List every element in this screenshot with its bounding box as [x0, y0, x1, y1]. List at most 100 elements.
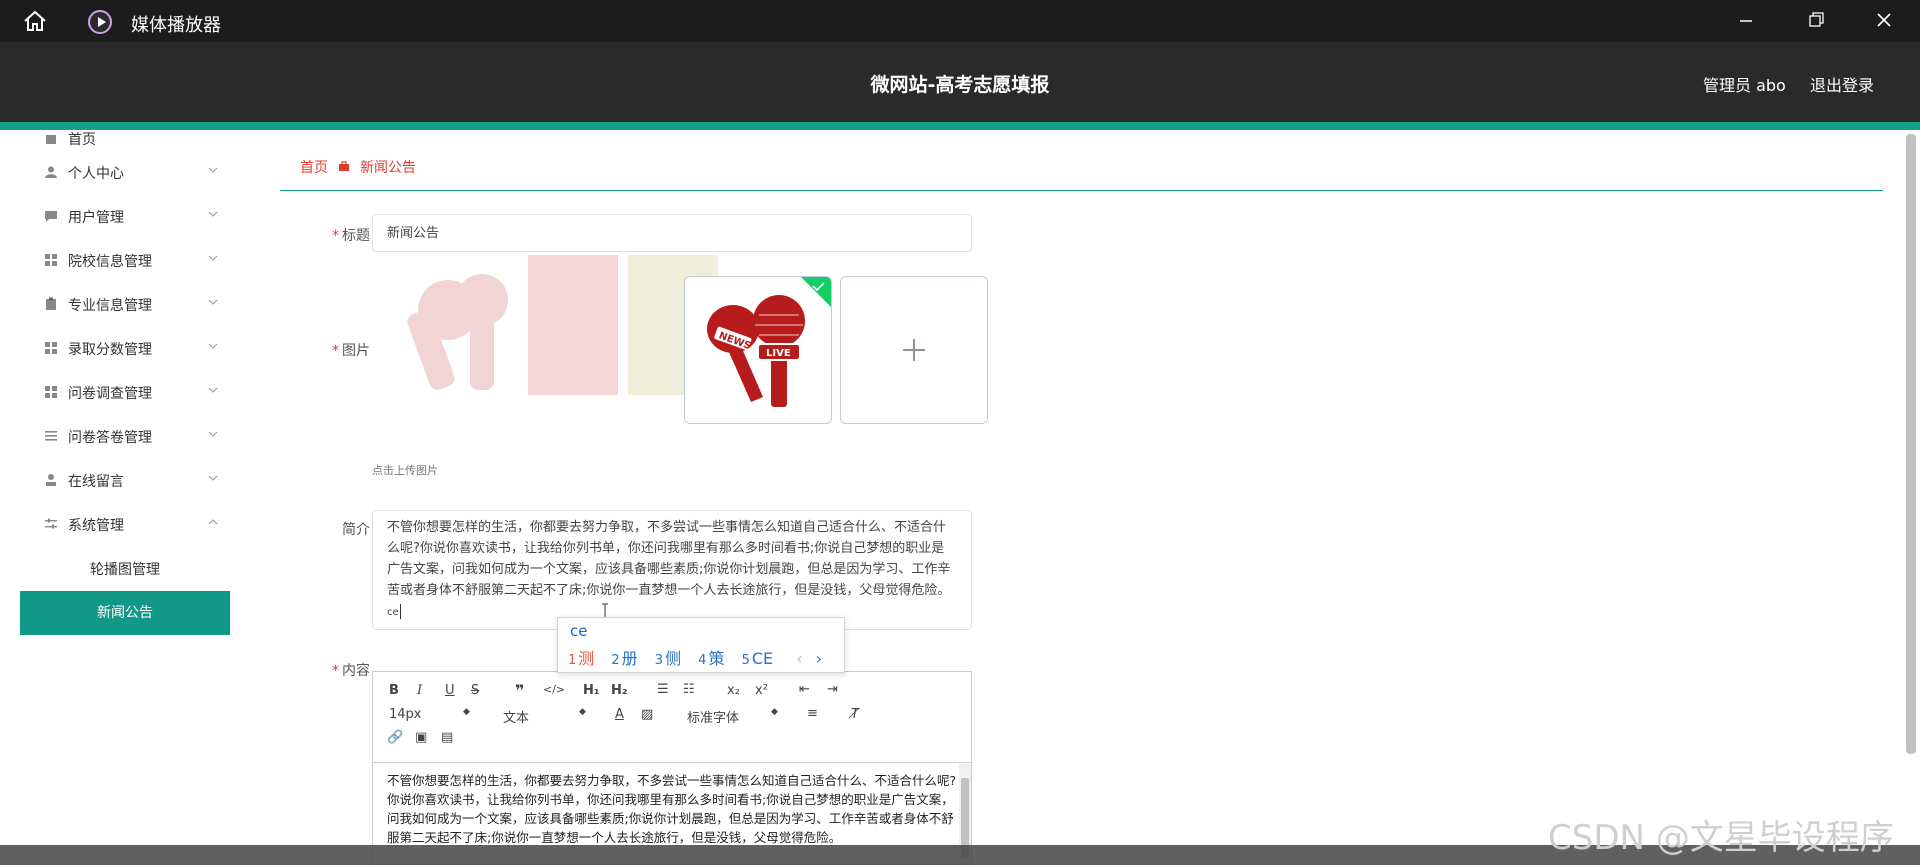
ime-candidate-list: 1测 2册 3侧 4策 5 CE ‹ › [568, 645, 822, 669]
sidebar-item-admission-score[interactable]: 录取分数管理 [0, 328, 260, 368]
sidebar-item-system-management[interactable]: 系统管理 [0, 504, 260, 544]
font-size-select[interactable]: 14px [389, 707, 422, 722]
sidebar-subitem-news[interactable]: 新闻公告 [20, 591, 230, 635]
background-color-icon[interactable]: ▨ [641, 707, 653, 722]
ordered-list-icon[interactable]: ☰ [657, 682, 669, 697]
subscript-icon[interactable]: x₂ [727, 683, 740, 698]
grid-icon [45, 342, 57, 354]
sidebar-item-label: 个人中心 [68, 166, 124, 182]
home-small-icon [46, 135, 56, 144]
chat-icon [45, 211, 57, 222]
title-input[interactable]: 新闻公告 [372, 214, 972, 252]
link-icon[interactable]: 🔗 [387, 730, 403, 745]
close-button[interactable] [1856, 6, 1912, 36]
quote-icon[interactable]: ❞ [515, 681, 524, 700]
bag-icon [339, 161, 349, 171]
sliders-icon [45, 518, 57, 529]
window-title-bar: 媒体播放器 [0, 0, 1920, 42]
block-format-select[interactable]: 文本 [503, 707, 529, 726]
heading1-icon[interactable]: H₁ [583, 683, 600, 698]
ime-candidate-1[interactable]: 1测 [568, 649, 594, 668]
breadcrumb-home[interactable]: 首页 [300, 157, 328, 177]
editor-paragraph: 不管你想要怎样的生活，你都要去努力争取，不多尝试一些事情怎么知道自己适合什么、不… [387, 773, 957, 788]
chevron-updown-icon: ◆ [463, 707, 470, 717]
grid-icon [45, 386, 57, 398]
ime-prev-page[interactable]: ‹ [796, 649, 802, 668]
sidebar: 首页 个人中心 用户管理 院校信息管理 专业信息管理 录取分数管理 问卷调查管理… [0, 130, 260, 865]
news-live-microphone-image: NEWS LIVE [707, 277, 831, 407]
chevron-down-icon [208, 299, 218, 305]
font-family-select[interactable]: 标准字体 [687, 707, 739, 726]
sidebar-item-label: 系统管理 [68, 518, 124, 534]
outdent-icon[interactable]: ⇤ [799, 682, 810, 697]
home-icon[interactable] [22, 10, 48, 32]
sidebar-item-user-management[interactable]: 用户管理 [0, 196, 260, 236]
title-label: * 标题 [332, 228, 370, 244]
sidebar-item-survey-answers[interactable]: 问卷答卷管理 [0, 416, 260, 456]
sidebar-item-survey[interactable]: 问卷调查管理 [0, 372, 260, 412]
person-icon [46, 474, 56, 486]
video-icon[interactable]: ▤ [441, 730, 453, 745]
site-title: 微网站-高考志愿填报 [870, 74, 1050, 96]
intro-textarea[interactable]: 不管你想要怎样的生活，你都要去努力争取，不多尝试一些事情怎么知道自己适合什么、不… [372, 510, 972, 630]
ime-candidate-window: ce 1测 2册 3侧 4策 5 CE ‹ › [557, 617, 845, 673]
clear-format-icon[interactable]: T̸ [851, 707, 859, 722]
chevron-updown-icon: ◆ [579, 707, 586, 717]
intro-label: 简介 [342, 522, 370, 538]
heading2-icon[interactable]: H₂ [611, 683, 628, 698]
bullet-list-icon[interactable]: ☷ [683, 682, 695, 697]
app-header: 微网站-高考志愿填报 管理员 abo 退出登录 [0, 42, 1920, 122]
align-icon[interactable]: ≡ [807, 706, 818, 721]
italic-icon[interactable]: I [417, 683, 422, 698]
user-icon [45, 166, 57, 178]
sidebar-item-online-message[interactable]: 在线留言 [0, 460, 260, 500]
watermark: CSDN @文星毕设程序 [1548, 818, 1894, 858]
editor-paragraph: 你说你喜欢读书，让我给你列书单，你还问我哪里有那么多时间看书;你说自己梦想的职业… [387, 792, 954, 845]
underline-icon[interactable]: U [445, 683, 455, 698]
breadcrumb-current: 新闻公告 [360, 160, 416, 176]
ime-candidate-3[interactable]: 3侧 [655, 649, 681, 668]
ime-candidate-2[interactable]: 2册 [611, 649, 637, 668]
strikethrough-icon[interactable]: S [471, 683, 479, 698]
restore-button[interactable] [1787, 6, 1843, 36]
window-title: 媒体播放器 [131, 15, 221, 36]
chevron-down-icon [208, 431, 218, 437]
chevron-down-icon [208, 475, 218, 481]
ime-candidate-5[interactable]: 5 CE [742, 649, 774, 668]
grid-icon [45, 254, 57, 266]
minimize-button[interactable] [1718, 6, 1774, 36]
chevron-down-icon [208, 255, 218, 261]
code-icon[interactable]: </> [543, 683, 565, 696]
breadcrumb-divider [280, 190, 1883, 191]
sidebar-item-label: 问卷调查管理 [68, 386, 152, 402]
sidebar-item-label: 用户管理 [68, 210, 124, 226]
logout-button[interactable]: 退出登录 [1810, 72, 1874, 96]
sidebar-item-personal-center[interactable]: 个人中心 [0, 152, 260, 192]
chevron-down-icon [208, 343, 218, 349]
chevron-down-icon [208, 211, 218, 217]
add-image-button[interactable] [840, 276, 988, 424]
upload-hint: 点击上传图片 [372, 464, 438, 477]
page-scrollbar[interactable] [1902, 130, 1920, 754]
clipboard-icon [46, 297, 56, 310]
uploaded-image-thumbnail[interactable]: NEWS LIVE [684, 276, 832, 424]
svg-text:LIVE: LIVE [766, 348, 791, 359]
page-scrollbar-thumb[interactable] [1906, 134, 1916, 754]
ime-next-page[interactable]: › [816, 649, 822, 668]
sidebar-item-major-info[interactable]: 专业信息管理 [0, 284, 260, 324]
list-icon [45, 431, 57, 441]
sidebar-subitem-carousel[interactable]: 轮播图管理 [20, 548, 230, 592]
header-accent-bar [0, 122, 1920, 130]
ime-candidate-4[interactable]: 4策 [698, 649, 724, 668]
indent-icon[interactable]: ⇥ [827, 682, 838, 697]
bold-icon[interactable]: B [389, 683, 399, 698]
chevron-updown-icon: ◆ [771, 707, 778, 717]
superscript-icon[interactable]: x² [755, 683, 768, 698]
image-icon[interactable]: ▣ [415, 730, 427, 745]
chevron-down-icon [208, 387, 218, 393]
admin-user-label: 管理员 abo [1703, 76, 1786, 95]
sidebar-item-school-info[interactable]: 院校信息管理 [0, 240, 260, 280]
font-color-icon[interactable]: A [615, 707, 624, 722]
sidebar-item-label: 院校信息管理 [68, 254, 152, 270]
rich-text-editor: B I U S ❞ </> H₁ H₂ ☰ ☷ x₂ x² ⇤ ⇥ 14px ◆… [372, 671, 972, 865]
